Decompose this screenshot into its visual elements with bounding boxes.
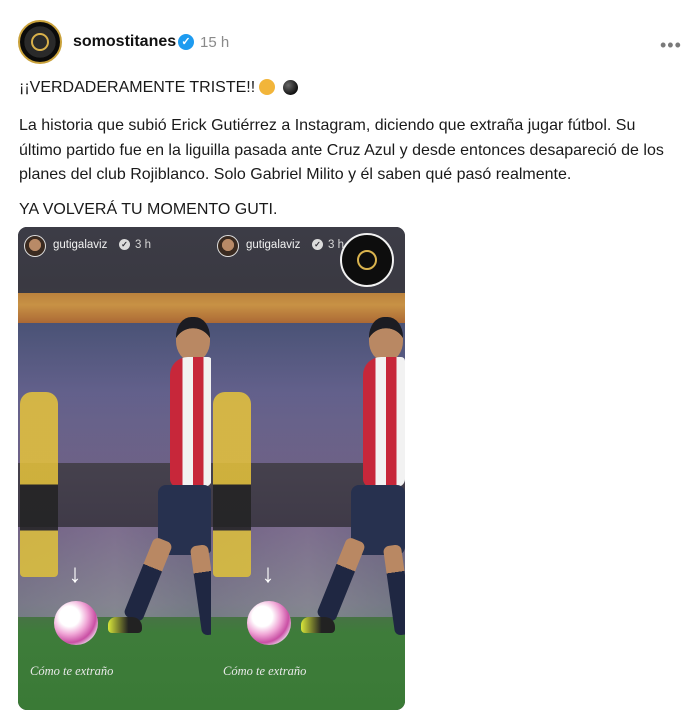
post-headline: ¡¡VERDADERAMENTE TRISTE!! <box>19 79 299 97</box>
post-time: 15 h <box>200 34 230 51</box>
story-avatar <box>217 235 239 257</box>
down-arrow-icon: ↓ <box>261 558 275 588</box>
headline-text: ¡¡VERDADERAMENTE TRISTE!! <box>19 79 256 96</box>
more-options-icon[interactable]: ••• <box>660 35 681 56</box>
black-circle-emoji-icon <box>283 80 299 95</box>
story-username: gutigalaviz <box>53 239 108 251</box>
verified-badge-icon: ✓ <box>178 34 194 50</box>
story-verified-icon: ✓ <box>312 239 323 250</box>
assistant-referee <box>213 392 251 577</box>
story-caption: Cómo te extraño <box>223 664 307 678</box>
down-arrow-icon: ↓ <box>68 558 82 588</box>
player-boot <box>301 617 335 633</box>
post-avatar[interactable] <box>18 20 62 64</box>
player-head <box>176 317 210 361</box>
soccer-ball <box>247 601 291 645</box>
story-username: gutigalaviz <box>246 239 301 251</box>
soccer-ball <box>54 601 98 645</box>
player-shirt <box>170 357 212 487</box>
player-shirt <box>363 357 405 487</box>
assistant-referee <box>20 392 58 577</box>
story-verified-icon: ✓ <box>119 239 130 250</box>
sad-face-emoji-icon <box>259 79 276 95</box>
player-head <box>369 317 403 361</box>
story-caption: Cómo te extraño <box>30 664 114 678</box>
post-username[interactable]: somostitanes <box>73 33 176 51</box>
post-body: La historia que subió Erick Gutiérrez a … <box>19 117 664 183</box>
player-boot <box>108 617 142 633</box>
post-image[interactable]: ↓ gutigalaviz ✓ 3 h Cómo te extraño ↓ gu… <box>18 227 405 710</box>
story-avatar <box>24 235 46 257</box>
post-closing: YA VOLVERÁ TU MOMENTO GUTI. <box>19 201 278 218</box>
story-time: 3 h <box>135 239 151 251</box>
somostitanes-logo-watermark <box>340 233 394 287</box>
story-panel-right: ↓ gutigalaviz ✓ 3 h Cómo te extraño <box>211 227 405 710</box>
story-panel-left: ↓ gutigalaviz ✓ 3 h Cómo te extraño <box>18 227 212 710</box>
